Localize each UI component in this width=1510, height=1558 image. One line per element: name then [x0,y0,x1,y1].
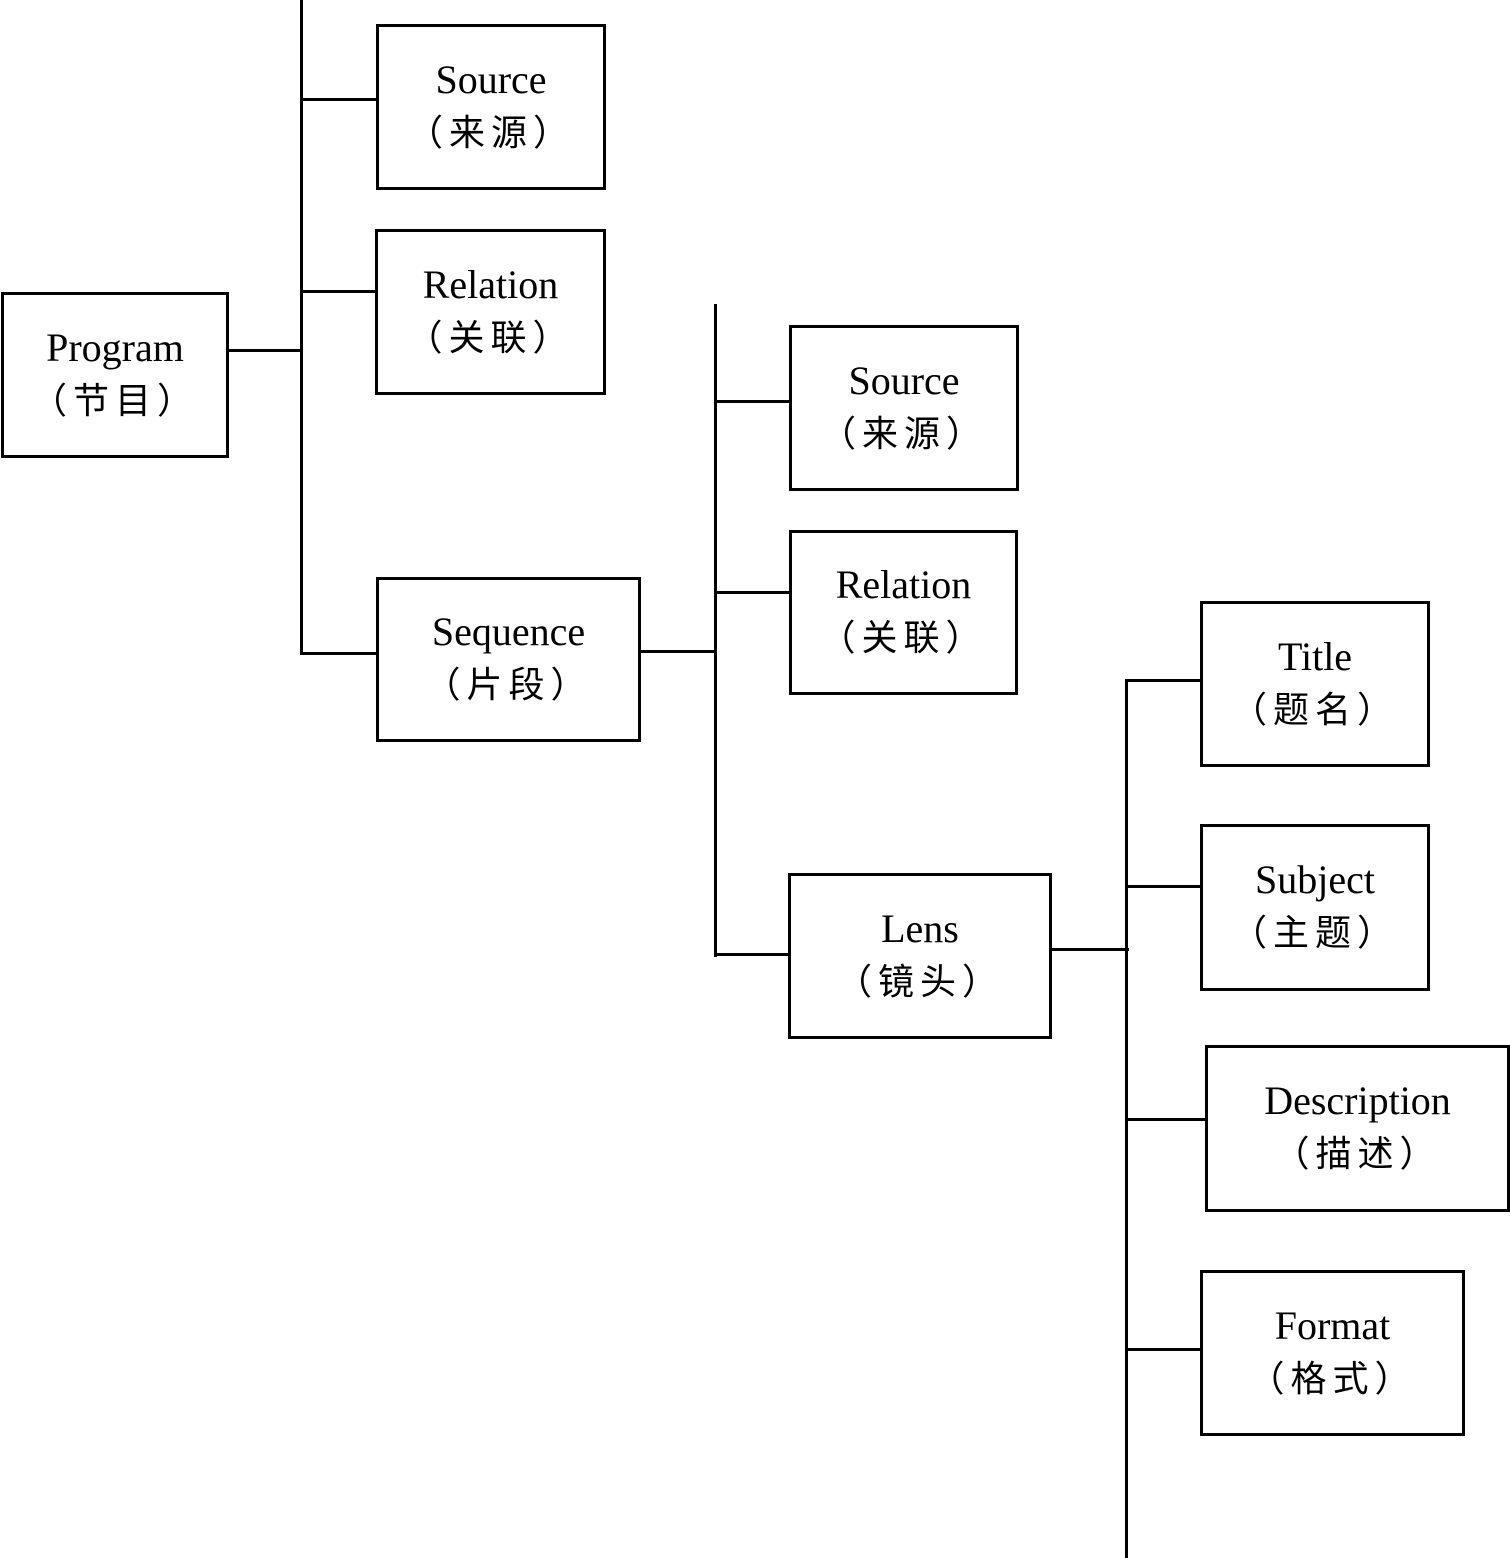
node-label-en: Format [1274,1302,1391,1348]
node-sequence-source: Source （来源） [789,325,1019,491]
connector-program [227,349,303,352]
node-label-zh: （镜头） [835,961,1004,1002]
node-title: Title （题名） [1200,601,1430,767]
node-label-en: Title [1277,633,1353,679]
node-sequence-relation: Relation （关联） [789,530,1018,695]
node-label-zh: （关联） [819,618,988,659]
node-label-zh: （格式） [1248,1358,1417,1399]
node-label-zh: （节目） [30,380,199,421]
node-label-zh: （描述） [1273,1134,1442,1175]
node-label-en: Source [435,56,547,102]
node-label-en: Relation [422,261,559,307]
node-label-en: Program [46,324,184,370]
node-subject: Subject （主题） [1200,824,1430,991]
node-program-relation: Relation （关联） [375,229,606,395]
node-label-en: Relation [835,562,972,608]
node-label-zh: （片段） [424,665,593,706]
node-description: Description （描述） [1205,1045,1510,1212]
connector-sequence [300,652,378,655]
node-label-en: Sequence [431,609,586,655]
connector-sequence-source [714,400,792,403]
connector-sequence-relation [714,591,792,594]
node-label-en: Source [848,357,960,403]
node-label-en: Lens [881,905,959,951]
node-label-zh: （来源） [406,112,575,153]
node-sequence: Sequence （片段） [376,577,641,742]
node-label-zh: （题名） [1230,689,1399,730]
node-label-en: Description [1264,1078,1451,1124]
node-label-zh: （关联） [406,317,575,358]
connector-program-source [300,98,378,101]
node-label-zh: （来源） [819,413,988,454]
node-format: Format （格式） [1200,1270,1465,1436]
connector-lens [714,953,792,956]
node-lens: Lens （镜头） [788,873,1052,1039]
connector-sequence-out [639,650,717,653]
connector-description [1125,1118,1208,1121]
node-label-en: Subject [1255,857,1375,903]
connector-program-relation [300,290,378,293]
connector-format [1125,1348,1203,1351]
node-program: Program （节目） [1,292,229,458]
connector-lens-out [1049,948,1129,951]
node-program-source: Source （来源） [376,24,606,190]
connector-subject [1125,885,1203,888]
node-label-zh: （主题） [1230,913,1399,954]
connector-title [1125,679,1203,682]
